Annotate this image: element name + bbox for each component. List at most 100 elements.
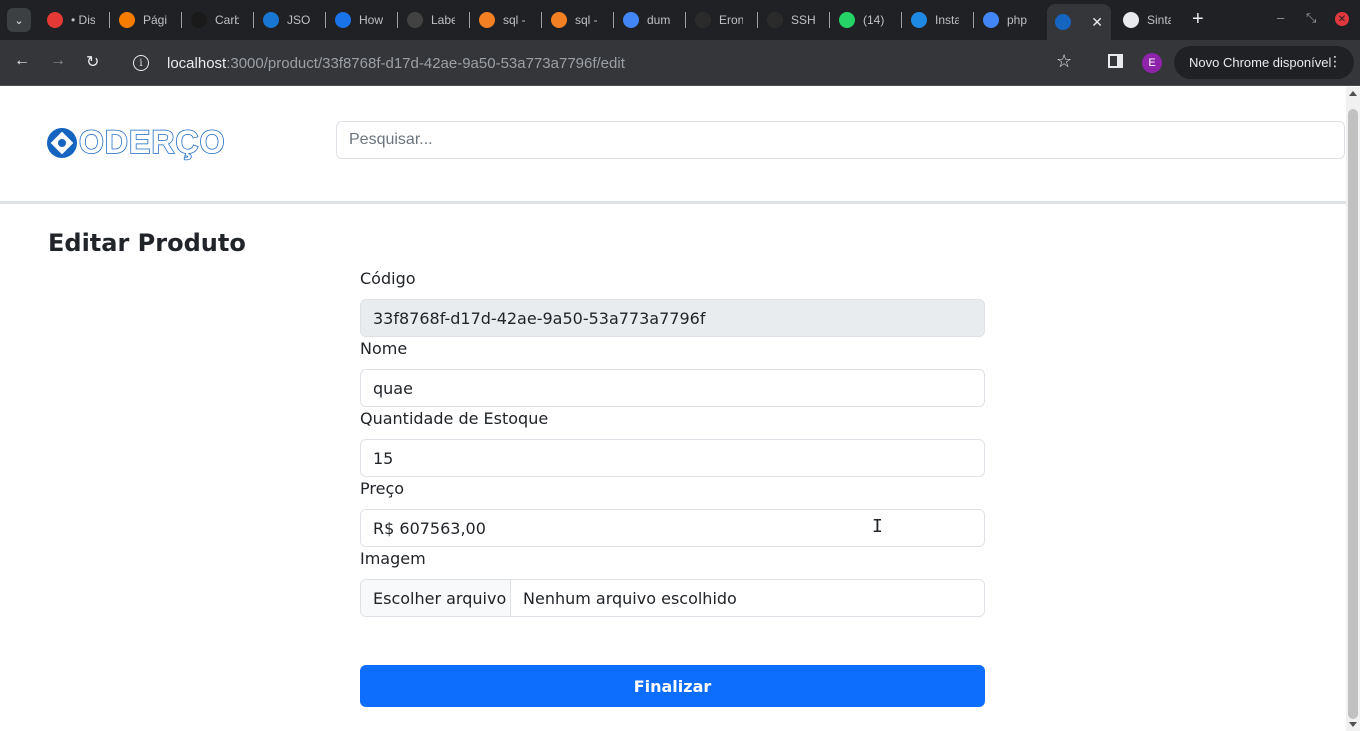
- brand-logo[interactable]: ODERÇO: [47, 123, 225, 161]
- tab-favicon-icon: [47, 12, 63, 28]
- stock-quantity-field[interactable]: [360, 439, 985, 477]
- tab-separator: [397, 12, 398, 28]
- tab-separator: [685, 12, 686, 28]
- name-field[interactable]: [360, 369, 985, 407]
- new-tab-plus-icon[interactable]: +: [1192, 9, 1204, 29]
- minimize-icon[interactable]: –: [1277, 10, 1284, 25]
- edit-product-form: Código Nome Quantidade de Estoque Preço …: [360, 267, 985, 617]
- stock-field-group: Quantidade de Estoque: [360, 407, 985, 477]
- browser-tab[interactable]: Sinta: [1123, 6, 1171, 34]
- price-field[interactable]: [360, 509, 985, 547]
- browser-tab[interactable]: Eron: [695, 6, 743, 34]
- tab-favicon-icon: [263, 12, 279, 28]
- finalize-button[interactable]: Finalizar: [360, 665, 985, 707]
- logo-mark-icon: [47, 127, 77, 158]
- browser-tab[interactable]: sql -: [479, 6, 527, 34]
- page-title: Editar Produto: [48, 229, 246, 257]
- back-arrow-icon[interactable]: ←: [14, 52, 30, 70]
- tab-title: sql -: [503, 13, 526, 27]
- tab-favicon-icon: [983, 12, 999, 28]
- image-file-input[interactable]: Escolher arquivo Nenhum arquivo escolhid…: [360, 579, 985, 617]
- browser-tab[interactable]: SSH: [767, 6, 815, 34]
- tab-separator: [253, 12, 254, 28]
- tab-separator: [829, 12, 830, 28]
- tab-close-icon[interactable]: ✕: [1091, 14, 1103, 31]
- browser-tab[interactable]: (14) \: [839, 6, 887, 34]
- tab-separator: [325, 12, 326, 28]
- tab-title: (14) \: [863, 13, 887, 27]
- tab-favicon-icon: [335, 12, 351, 28]
- scroll-thumb[interactable]: [1348, 109, 1358, 719]
- name-field-group: Nome: [360, 337, 985, 407]
- tab-favicon-icon: [407, 12, 423, 28]
- tab-separator: [613, 12, 614, 28]
- bookmark-star-icon[interactable]: ☆: [1056, 51, 1072, 72]
- browser-tab[interactable]: How: [335, 6, 383, 34]
- chrome-update-label: Novo Chrome disponível: [1189, 55, 1332, 70]
- tab-title: • Dis: [71, 13, 95, 27]
- price-field-group: Preço: [360, 477, 985, 547]
- file-name-text: Nenhum arquivo escolhido: [523, 588, 737, 608]
- tab-separator: [901, 12, 902, 28]
- tab-title: Pági: [143, 13, 167, 27]
- code-field-group: Código: [360, 267, 985, 337]
- scroll-down-arrow-icon[interactable]: [1349, 722, 1357, 727]
- tab-title: php: [1007, 13, 1028, 27]
- browser-tab[interactable]: Carb: [191, 6, 239, 34]
- browser-tab[interactable]: dum: [623, 6, 671, 34]
- browser-tab[interactable]: JSON: [263, 6, 311, 34]
- page-scrollbar[interactable]: [1346, 87, 1360, 731]
- browser-tab[interactable]: • Dis: [47, 6, 95, 34]
- reload-icon[interactable]: ↻: [86, 52, 99, 72]
- address-bar[interactable]: i localhost:3000/product/33f8768f-d17d-4…: [123, 46, 1083, 80]
- window-close-icon[interactable]: ✕: [1335, 12, 1349, 26]
- tab-title: Insta: [935, 13, 959, 27]
- site-header: ODERÇO: [0, 87, 1346, 204]
- scroll-up-arrow-icon[interactable]: [1349, 91, 1357, 96]
- code-field: [360, 299, 985, 337]
- tab-title: Sinta: [1147, 13, 1171, 27]
- tab-title: SSH: [791, 13, 815, 27]
- tab-favicon-icon: [191, 12, 207, 28]
- forward-arrow-icon[interactable]: →: [50, 52, 66, 70]
- search-input[interactable]: [336, 121, 1345, 159]
- page-viewport: ODERÇO Editar Produto Código Nome Quanti…: [0, 87, 1346, 731]
- code-label: Código: [360, 269, 416, 288]
- site-info-icon[interactable]: i: [133, 55, 149, 71]
- tab-title: Carb: [215, 13, 239, 27]
- browser-tab[interactable]: Pági: [119, 6, 167, 34]
- tab-favicon-icon: [551, 12, 567, 28]
- browser-tab[interactable]: php: [983, 6, 1031, 34]
- name-label: Nome: [360, 339, 408, 358]
- browser-tab[interactable]: Labe: [407, 6, 455, 34]
- tab-separator: [109, 12, 110, 28]
- image-field-group: Imagem Escolher arquivo Nenhum arquivo e…: [360, 547, 985, 617]
- tab-title: How: [359, 13, 383, 27]
- tab-separator: [181, 12, 182, 28]
- tab-search-chevron-icon[interactable]: ⌄: [7, 8, 31, 32]
- tab-title: Labe: [431, 13, 455, 27]
- browser-tab[interactable]: sql -: [551, 6, 599, 34]
- image-label: Imagem: [360, 549, 426, 568]
- tab-favicon-icon: [1123, 12, 1139, 28]
- chrome-update-button[interactable]: Novo Chrome disponível ⋮: [1174, 46, 1354, 79]
- tab-favicon-icon: [911, 12, 927, 28]
- tab-favicon-icon: [1055, 14, 1071, 30]
- tab-favicon-icon: [479, 12, 495, 28]
- tab-title: sql -: [575, 13, 598, 27]
- restore-icon[interactable]: ⤡: [1306, 10, 1316, 26]
- tab-separator: [541, 12, 542, 28]
- text-cursor-icon: I: [872, 516, 883, 537]
- browser-tab[interactable]: ✕: [1047, 4, 1111, 40]
- browser-toolbar: ← → ↻ i localhost:3000/product/33f8768f-…: [0, 40, 1360, 86]
- browser-tab[interactable]: Insta: [911, 6, 959, 34]
- url-host: localhost: [167, 54, 227, 72]
- stock-label: Quantidade de Estoque: [360, 409, 549, 428]
- tab-separator: [757, 12, 758, 28]
- tab-favicon-icon: [623, 12, 639, 28]
- choose-file-button[interactable]: Escolher arquivo: [361, 580, 511, 616]
- side-panel-icon[interactable]: [1108, 54, 1123, 68]
- profile-avatar[interactable]: E: [1142, 53, 1162, 73]
- tab-title: dum: [647, 13, 671, 27]
- tab-separator: [973, 12, 974, 28]
